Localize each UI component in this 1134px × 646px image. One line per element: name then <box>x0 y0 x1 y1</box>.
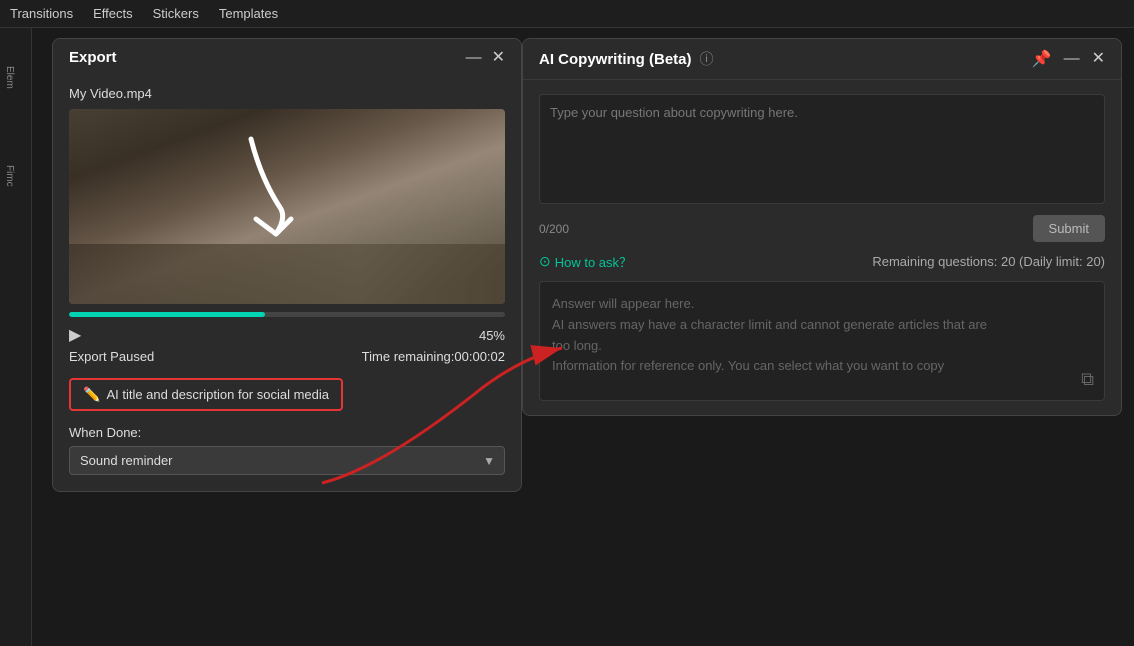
answer-line-3: too long. <box>552 336 1092 357</box>
when-done-label: When Done: <box>69 425 505 440</box>
video-preview <box>69 109 505 304</box>
ai-close-button[interactable]: ✕ <box>1092 51 1105 67</box>
remaining-questions: Remaining questions: 20 (Daily limit: 20… <box>872 254 1105 269</box>
ai-panel-title-left: AI Copywriting (Beta) ⓘ <box>539 49 714 69</box>
nav-effects[interactable]: Effects <box>93 6 133 21</box>
how-to-ask-row: ⊙ How to ask？ Remaining questions: 20 (D… <box>539 252 1105 271</box>
sidebar-label-elements: Elem <box>4 66 15 89</box>
when-done-select[interactable]: Sound reminder Nothing Shut down Sleep <box>69 446 505 475</box>
export-info-row: Export Paused Time remaining:00:00:02 <box>69 349 505 364</box>
left-sidebar: Elem Fimc <box>0 28 32 646</box>
how-to-ask-text: How to ask？ <box>555 252 632 271</box>
nav-transitions[interactable]: Transitions <box>10 6 73 21</box>
ai-pen-icon: ✏️ <box>83 386 100 403</box>
sidebar-label-fimc: Fimc <box>4 165 15 187</box>
export-percent: 45% <box>479 328 505 343</box>
how-to-ask[interactable]: ⊙ How to ask？ <box>539 252 632 271</box>
export-dialog: Export — ✕ My Video.mp4 <box>52 38 522 492</box>
export-paused-text: Export Paused <box>69 349 154 364</box>
video-filename: My Video.mp4 <box>69 86 505 101</box>
export-minimize-button[interactable]: — <box>466 50 482 66</box>
time-remaining: Time remaining:00:00:02 <box>362 349 505 364</box>
submit-button[interactable]: Submit <box>1033 215 1105 242</box>
answer-placeholder: Answer will appear here. AI answers may … <box>552 294 1092 377</box>
video-arrow-drawing <box>191 119 351 279</box>
ai-panel-title: AI Copywriting (Beta) <box>539 51 692 68</box>
progress-bar-container <box>69 312 505 317</box>
main-area: Export — ✕ My Video.mp4 <box>32 28 1134 646</box>
export-dialog-title: Export <box>69 49 117 66</box>
ai-minimize-button[interactable]: — <box>1064 51 1080 67</box>
export-status-row: ▶ 45% <box>69 325 505 345</box>
play-button[interactable]: ▶ <box>69 325 81 345</box>
progress-bar-fill <box>69 312 265 317</box>
export-dialog-titlebar: Export — ✕ <box>53 39 521 76</box>
answer-line-4: Information for reference only. You can … <box>552 356 1092 377</box>
when-done-select-wrapper: Sound reminder Nothing Shut down Sleep ▼ <box>69 446 505 475</box>
answer-area: Answer will appear here. AI answers may … <box>539 281 1105 401</box>
ai-panel-body: 0/200 Submit ⊙ How to ask？ Remaining que… <box>523 80 1121 415</box>
ai-panel-controls: 📌 — ✕ <box>1032 49 1105 69</box>
info-icon[interactable]: ⓘ <box>700 49 714 69</box>
answer-line-1: Answer will appear here. <box>552 294 1092 315</box>
ai-copywriting-panel: AI Copywriting (Beta) ⓘ 📌 — ✕ 0/200 Subm… <box>522 38 1122 416</box>
question-circle-icon: ⊙ <box>539 253 551 270</box>
question-textarea[interactable] <box>539 94 1105 204</box>
pin-icon[interactable]: 📌 <box>1032 49 1052 69</box>
answer-line-2: AI answers may have a character limit an… <box>552 315 1092 336</box>
ai-panel-titlebar: AI Copywriting (Beta) ⓘ 📌 — ✕ <box>523 39 1121 80</box>
nav-stickers[interactable]: Stickers <box>153 6 199 21</box>
export-dialog-body: My Video.mp4 ▶ 45% Export Paused <box>53 76 521 491</box>
export-titlebar-controls: — ✕ <box>466 50 505 66</box>
char-count: 0/200 <box>539 222 569 236</box>
top-nav: Transitions Effects Stickers Templates <box>0 0 1134 28</box>
export-close-button[interactable]: ✕ <box>492 50 505 66</box>
char-count-row: 0/200 Submit <box>539 215 1105 242</box>
ai-feature-button[interactable]: ✏️ AI title and description for social m… <box>69 378 343 411</box>
ai-feature-label: AI title and description for social medi… <box>106 387 329 402</box>
nav-templates[interactable]: Templates <box>219 6 278 21</box>
copy-icon[interactable]: ⧉ <box>1081 369 1094 390</box>
